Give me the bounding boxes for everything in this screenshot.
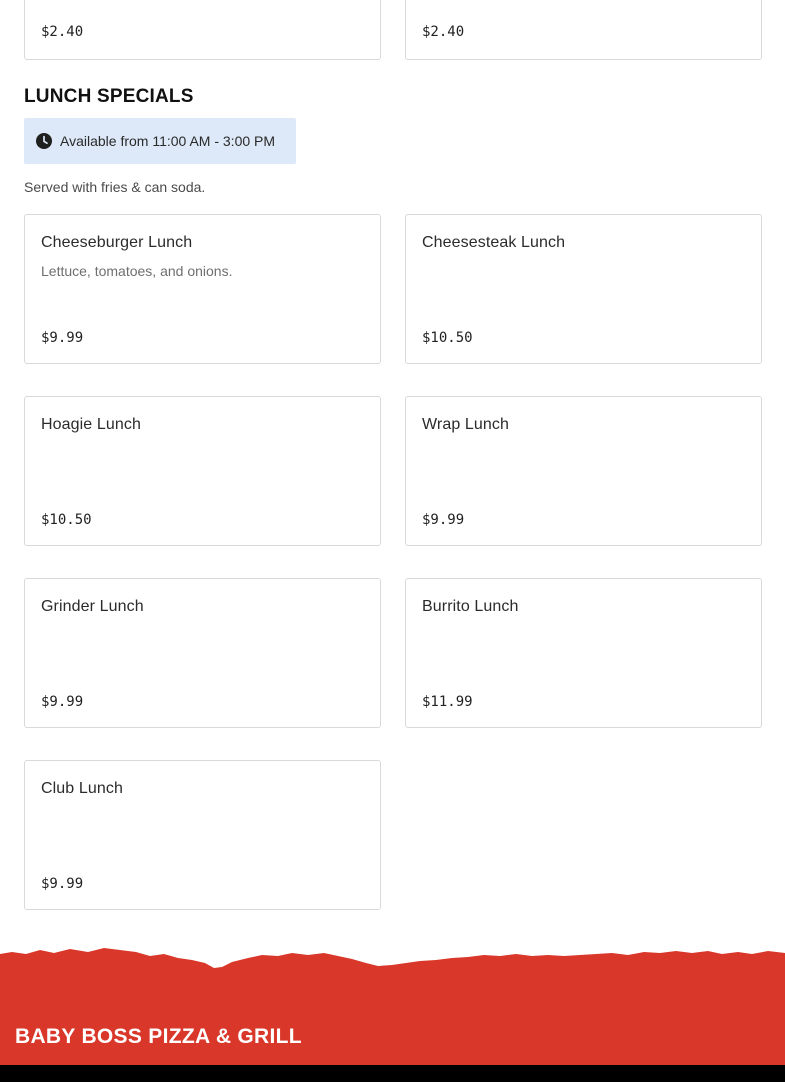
availability-text: Available from 11:00 AM - 3:00 PM [60,133,276,149]
menu-item-name: Hoagie Lunch [41,416,141,433]
menu-item-name: Cheeseburger Lunch [41,234,193,251]
menu-item-name: Cheesesteak Lunch [422,234,566,251]
menu-item-card[interactable]: Club Lunch $9.99 [24,760,381,910]
menu-item-price: $10.50 [41,512,92,528]
menu-item-card[interactable]: Cheesesteak Lunch $10.50 [405,214,762,364]
section-note: Served with fries & can soda. [24,179,206,195]
site-footer: BABY BOSS PIZZA & GRILL [0,940,785,1082]
menu-item-name: Wrap Lunch [422,416,509,433]
footer-bottom-bar [0,1065,785,1082]
menu-item-description: Lettuce, tomatoes, and onions. [41,263,233,279]
clock-icon [36,133,52,149]
menu-item-card[interactable]: Wrap Lunch $9.99 [405,396,762,546]
menu-item-price: $9.99 [41,330,84,346]
section-title: LUNCH SPECIALS [24,86,194,107]
menu-item-price: $9.99 [41,694,84,710]
footer-brand: BABY BOSS PIZZA & GRILL [15,1025,302,1048]
menu-item-card[interactable]: Hoagie Lunch $10.50 [24,396,381,546]
availability-banner: Available from 11:00 AM - 3:00 PM [24,118,296,164]
menu-item-price: $2.40 [422,24,465,40]
menu-item-price: $2.40 [41,24,84,40]
menu-item-name: Grinder Lunch [41,598,144,615]
menu-item-price: $9.99 [422,512,465,528]
menu-item-price: $10.50 [422,330,473,346]
menu-item-card[interactable]: $2.40 [24,0,381,60]
torn-edge-decoration [0,948,785,1070]
menu-item-name: Club Lunch [41,780,123,797]
menu-item-price: $11.99 [422,694,473,710]
menu-item-card[interactable]: Burrito Lunch $11.99 [405,578,762,728]
menu-item-card[interactable]: $2.40 [405,0,762,60]
menu-item-card[interactable]: Grinder Lunch $9.99 [24,578,381,728]
menu-item-price: $9.99 [41,876,84,892]
menu-item-card[interactable]: Cheeseburger Lunch Lettuce, tomatoes, an… [24,214,381,364]
menu-item-name: Burrito Lunch [422,598,519,615]
